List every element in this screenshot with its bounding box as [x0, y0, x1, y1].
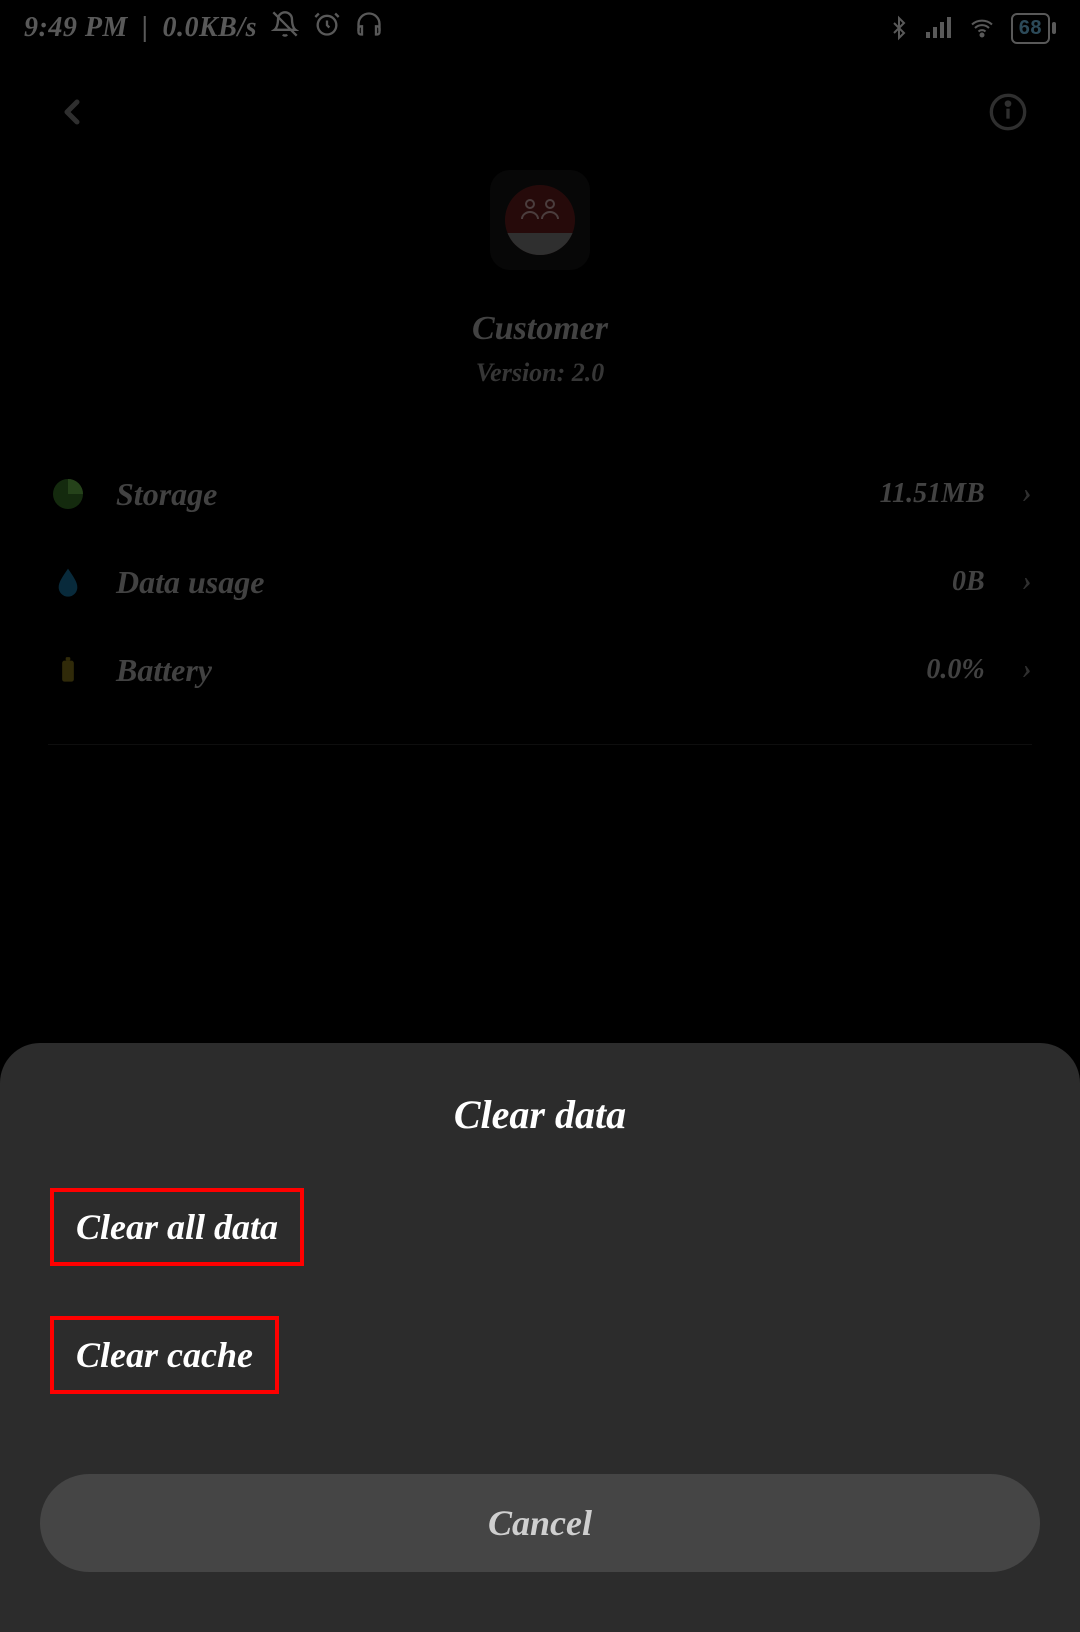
- clear-cache-option[interactable]: Clear cache: [50, 1316, 279, 1394]
- sheet-title: Clear data: [40, 1091, 1040, 1138]
- clear-data-sheet: Clear data Clear all data Clear cache Ca…: [0, 1043, 1080, 1632]
- cancel-button[interactable]: Cancel: [40, 1474, 1040, 1572]
- clear-all-data-option[interactable]: Clear all data: [50, 1188, 304, 1266]
